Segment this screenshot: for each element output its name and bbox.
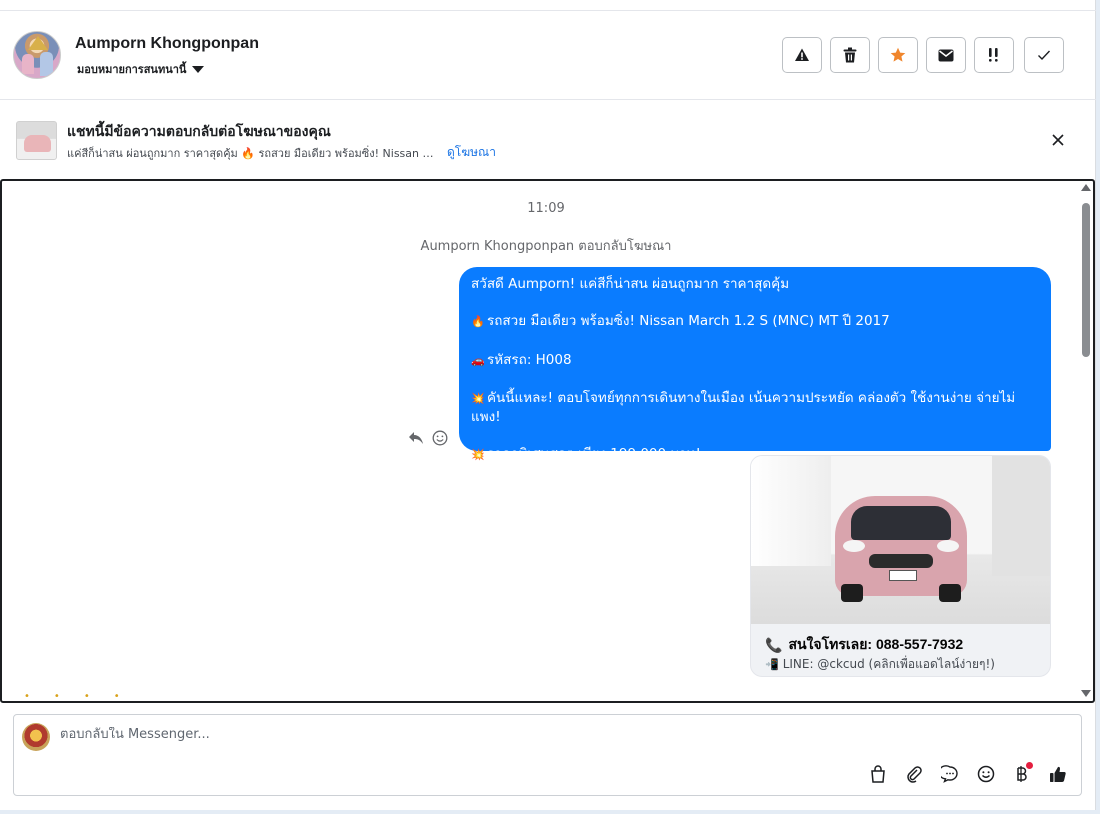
delete-button[interactable]	[830, 37, 870, 73]
react-emoji-icon[interactable]	[432, 430, 448, 446]
message-thread[interactable]: 11:09 Aumporn Khongponpan ตอบกลับโฆษณา ส…	[0, 179, 1095, 703]
follow-up-button[interactable]	[974, 37, 1014, 73]
mark-done-button[interactable]	[1024, 37, 1064, 73]
photo-car-plate	[889, 570, 917, 581]
phone-icon: 📞	[765, 636, 783, 653]
fire-icon: 🔥	[471, 315, 485, 329]
ad-reply-note: Aumporn Khongponpan ตอบกลับโฆษณา	[420, 239, 672, 254]
photo-car-grille	[869, 554, 933, 568]
photo-car-headlight-left	[843, 540, 865, 552]
scrollbar-thumb[interactable]	[1082, 203, 1090, 357]
card-line-link[interactable]: 📲 LINE: @ckcud (คลิกเพื่อแอดไลน์ง่ายๆ!)	[765, 655, 995, 674]
payment-button[interactable]	[1011, 762, 1033, 785]
message-line-pitch: 💥 คันนี้แหละ! ตอบโจทย์ทุกการเดินทางในเมือ…	[471, 389, 1039, 426]
envelope-icon	[938, 49, 954, 61]
message-line-pitch-text: คันนี้แหละ! ตอบโจทย์ทุกการเดินทางในเมือง…	[471, 389, 1016, 425]
page-avatar	[22, 723, 50, 751]
car-photo[interactable]	[751, 456, 1050, 624]
ad-reply-banner: แชทนี้มีข้อความตอบกลับต่อโฆษณาของคุณ แค่…	[0, 100, 1096, 178]
like-button[interactable]	[1047, 763, 1069, 785]
emoji-button[interactable]	[975, 763, 997, 785]
partial-emoji-icon: •	[83, 691, 90, 702]
partial-emoji-icon: •	[113, 691, 120, 702]
message-timestamp: 11:09	[527, 201, 565, 216]
thumbs-up-icon	[1050, 766, 1066, 782]
ad-thumbnail[interactable]	[16, 121, 57, 160]
card-call-text: สนใจโทรเลย: 088-557-7932	[788, 636, 964, 652]
message-line-car: 🔥 รถสวย มือเดียว พร้อมซิ่ง! Nissan March …	[471, 312, 1039, 331]
composer-tools	[867, 762, 1069, 785]
card-call-cta[interactable]: 📞 สนใจโทรเลย: 088-557-7932	[765, 634, 963, 656]
contact-name[interactable]: Aumporn Khongponpan	[75, 35, 259, 53]
avatar-person-1	[22, 54, 34, 74]
view-ad-link[interactable]: ดูโฆษณา	[447, 143, 496, 162]
photo-car-wheel-right	[939, 584, 961, 602]
photo-car-wheel-left	[841, 584, 863, 602]
close-icon	[1052, 134, 1064, 146]
notification-dot	[1026, 762, 1033, 769]
report-spam-button[interactable]	[782, 37, 822, 73]
shopping-bag-icon	[871, 765, 885, 783]
caret-down-icon	[192, 65, 205, 73]
contact-avatar[interactable]	[13, 31, 61, 79]
mark-unread-button[interactable]	[926, 37, 966, 73]
message-composer	[13, 714, 1082, 796]
message-line-code: 🚗 รหัสรถ: H008	[471, 351, 1039, 370]
message-line-price-text: ราคาพิเศษสุดๆ เพียง 199,000 บาท!	[487, 446, 701, 463]
assign-label: มอบหมายการสนทนานี้	[77, 63, 187, 76]
car-image-card[interactable]: 📞 สนใจโทรเลย: 088-557-7932 📲 LINE: @ckcu…	[750, 455, 1051, 677]
saved-replies-button[interactable]	[939, 763, 961, 785]
next-message-partial: • • • •	[24, 691, 120, 702]
smiley-icon	[977, 765, 995, 783]
attach-button[interactable]	[903, 763, 925, 785]
partial-emoji-icon: •	[53, 691, 60, 702]
star-icon	[890, 47, 906, 62]
photo-wall-right	[992, 456, 1050, 576]
shop-button[interactable]	[867, 763, 889, 785]
photo-car-windshield	[851, 506, 951, 540]
sparkle-icon: 💥	[471, 448, 485, 462]
message-line-code-text: รหัสรถ: H008	[487, 351, 572, 368]
conversation-panel: Aumporn Khongponpan มอบหมายการสนทนานี้ แ…	[0, 0, 1096, 810]
trash-icon	[843, 47, 857, 63]
reply-icon[interactable]	[408, 431, 424, 445]
ad-banner-description: แค่สีก็น่าสน ผ่อนถูกมาก ราคาสุดคุ้ม 🔥 รถ…	[67, 147, 434, 160]
sparkle-icon: 💥	[471, 391, 485, 405]
avatar-temple	[28, 36, 48, 50]
scroll-up-arrow[interactable]	[1081, 184, 1091, 191]
close-banner-button[interactable]	[1048, 130, 1068, 150]
mobile-icon: 📲	[765, 658, 779, 671]
message-tools	[408, 430, 448, 446]
avatar-person-2	[40, 52, 53, 76]
car-icon: 🚗	[471, 353, 485, 367]
message-line-car-text: รถสวย มือเดียว พร้อมซิ่ง! Nissan March 1…	[487, 313, 890, 330]
header-actions	[782, 37, 1064, 73]
paperclip-icon	[907, 766, 922, 783]
ad-thumbnail-car	[24, 135, 51, 152]
message-line-greeting: สวัสดี Aumporn! แค่สีก็น่าสน ผ่อนถูกมาก …	[471, 276, 790, 292]
conversation-header: Aumporn Khongponpan มอบหมายการสนทนานี้	[0, 11, 1096, 100]
reply-input[interactable]	[60, 727, 660, 742]
photo-wall-left	[751, 456, 831, 566]
warning-icon	[795, 48, 809, 61]
partial-emoji-icon: •	[24, 691, 30, 702]
assign-conversation-dropdown[interactable]: มอบหมายการสนทนานี้	[77, 60, 205, 78]
checkmark-icon	[1038, 50, 1051, 61]
double-exclamation-icon	[989, 48, 998, 62]
card-line-text: LINE: @ckcud (คลิกเพื่อแอดไลน์ง่ายๆ!)	[782, 657, 995, 671]
scroll-down-arrow[interactable]	[1081, 690, 1091, 697]
chat-bubble-icon	[941, 765, 958, 783]
star-button[interactable]	[878, 37, 918, 73]
photo-car-headlight-right	[937, 540, 959, 552]
sent-message-bubble[interactable]: สวัสดี Aumporn! แค่สีก็น่าสน ผ่อนถูกมาก …	[459, 267, 1051, 462]
ad-banner-title: แชทนี้มีข้อความตอบกลับต่อโฆษณาของคุณ	[67, 123, 331, 139]
